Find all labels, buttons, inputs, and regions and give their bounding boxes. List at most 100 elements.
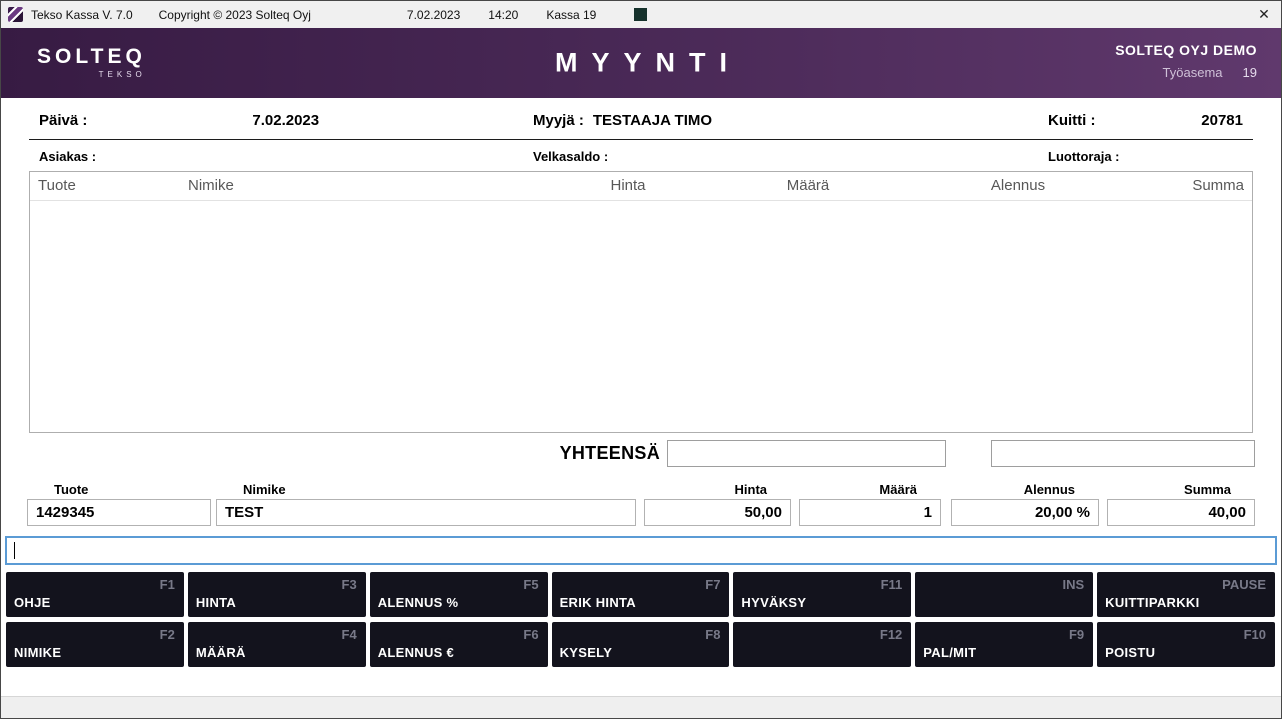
fkey-pal-mit[interactable]: F9 PAL/MIT bbox=[915, 622, 1093, 667]
titlebar: Tekso Kassa V. 7.0 Copyright © 2023 Solt… bbox=[1, 1, 1281, 28]
column-header-nimike: Nimike bbox=[188, 177, 558, 194]
fkey-f12[interactable]: F12 bbox=[733, 622, 911, 667]
header-right: SOLTEQ OYJ DEMO Työasema 19 bbox=[1115, 42, 1257, 80]
product-code-field[interactable]: 1429345 bbox=[27, 499, 211, 526]
column-header-summa: Summa bbox=[1118, 177, 1244, 194]
fkey-kuittiparkki[interactable]: PAUSE KUITTIPARKKI bbox=[1097, 572, 1275, 617]
status-footer bbox=[1, 696, 1281, 718]
workstation-info: Työasema 19 bbox=[1115, 65, 1257, 80]
command-input-wrap bbox=[5, 536, 1277, 565]
fkey-alennus-pct[interactable]: F5 ALENNUS % bbox=[370, 572, 548, 617]
workstation-label: Työasema bbox=[1163, 65, 1223, 80]
screen-title: MYYNTI bbox=[541, 48, 741, 79]
sum-field[interactable]: 40,00 bbox=[1107, 499, 1255, 526]
discount-column-label: Alennus bbox=[951, 482, 1099, 497]
credit-limit-label: Luottoraja : bbox=[1048, 149, 1281, 164]
copyright-text: Copyright © 2023 Solteq Oyj bbox=[159, 8, 311, 22]
fkey-key: F10 bbox=[1244, 627, 1266, 642]
fkey-label: MÄÄRÄ bbox=[196, 645, 246, 660]
receipt-label: Kuitti : bbox=[1048, 112, 1095, 129]
column-header-tuote: Tuote bbox=[38, 177, 188, 194]
app-icon bbox=[8, 7, 23, 22]
date-zone: Päivä : 7.02.2023 bbox=[39, 112, 533, 129]
entry-labels-row: Tuote Nimike Hinta Määrä Alennus Summa bbox=[1, 482, 1281, 497]
seller-value: TESTAAJA TIMO bbox=[593, 112, 712, 129]
total-secondary-field[interactable] bbox=[991, 440, 1255, 467]
customer-label: Asiakas : bbox=[39, 149, 533, 164]
fkey-key: INS bbox=[1062, 577, 1084, 592]
fkey-alennus-eur[interactable]: F6 ALENNUS € bbox=[370, 622, 548, 667]
seller-zone: Myyjä : TESTAAJA TIMO bbox=[533, 112, 1048, 129]
fkey-key: F4 bbox=[342, 627, 357, 642]
fkey-label: ERIK HINTA bbox=[560, 595, 636, 610]
receipt-info-row: Päivä : 7.02.2023 Myyjä : TESTAAJA TIMO … bbox=[1, 98, 1281, 139]
fkey-maara[interactable]: F4 MÄÄRÄ bbox=[188, 622, 366, 667]
fkey-label: ALENNUS % bbox=[378, 595, 459, 610]
function-key-panel: F1 OHJE F3 HINTA F5 ALENNUS % F7 ERIK HI… bbox=[6, 572, 1275, 667]
logo-tekso-text: TEKSO bbox=[99, 70, 146, 79]
fkey-hyvaksy[interactable]: F11 HYVÄKSY bbox=[733, 572, 911, 617]
app-title: Tekso Kassa V. 7.0 bbox=[31, 8, 133, 22]
fkey-key: F8 bbox=[705, 627, 720, 642]
sales-table-header: Tuote Nimike Hinta Määrä Alennus Summa bbox=[30, 172, 1252, 201]
total-label: YHTEENSÄ bbox=[560, 443, 660, 464]
date-label: Päivä : bbox=[39, 112, 87, 129]
fkey-key: F1 bbox=[160, 577, 175, 592]
header-band: SOLTEQ TEKSO MYYNTI SOLTEQ OYJ DEMO Työa… bbox=[1, 28, 1281, 98]
seller-label: Myyjä : bbox=[533, 112, 584, 129]
product-column-label: Tuote bbox=[27, 482, 211, 497]
item-name-field[interactable]: TEST bbox=[216, 499, 636, 526]
company-name: SOLTEQ OYJ DEMO bbox=[1115, 42, 1257, 58]
discount-field[interactable]: 20,00 % bbox=[951, 499, 1099, 526]
solteq-logo: SOLTEQ TEKSO bbox=[37, 45, 146, 79]
fkey-key: F11 bbox=[881, 577, 903, 592]
column-header-alennus: Alennus bbox=[918, 177, 1118, 194]
quantity-field[interactable]: 1 bbox=[799, 499, 941, 526]
debt-label: Velkasaldo : bbox=[533, 149, 1048, 164]
register-label: Kassa 19 bbox=[546, 8, 596, 22]
fkey-key: F7 bbox=[705, 577, 720, 592]
fkey-label: HYVÄKSY bbox=[741, 595, 806, 610]
fkey-label: HINTA bbox=[196, 595, 236, 610]
column-header-maara: Määrä bbox=[698, 177, 918, 194]
fkey-nimike[interactable]: F2 NIMIKE bbox=[6, 622, 184, 667]
total-row: YHTEENSÄ bbox=[1, 440, 1255, 467]
fkey-key: F9 bbox=[1069, 627, 1084, 642]
fkey-label: ALENNUS € bbox=[378, 645, 454, 660]
sum-column-label: Summa bbox=[1107, 482, 1255, 497]
fkey-ins[interactable]: INS bbox=[915, 572, 1093, 617]
sales-table-body bbox=[30, 201, 1252, 432]
total-amount-field[interactable] bbox=[667, 440, 946, 467]
fkey-label: PAL/MIT bbox=[923, 645, 976, 660]
fkey-label: NIMIKE bbox=[14, 645, 61, 660]
fkey-erik-hinta[interactable]: F7 ERIK HINTA bbox=[552, 572, 730, 617]
fkey-key: PAUSE bbox=[1222, 577, 1266, 592]
titlebar-date: 7.02.2023 bbox=[407, 8, 460, 22]
fkey-key: F5 bbox=[523, 577, 538, 592]
name-column-label: Nimike bbox=[216, 482, 636, 497]
fkey-key: F2 bbox=[160, 627, 175, 642]
receipt-zone: Kuitti : 20781 bbox=[1048, 112, 1281, 129]
command-input[interactable] bbox=[5, 536, 1277, 565]
fkey-poistu[interactable]: F10 POISTU bbox=[1097, 622, 1275, 667]
text-caret bbox=[14, 542, 15, 559]
customer-info-row: Asiakas : Velkasaldo : Luottoraja : bbox=[1, 140, 1281, 171]
entry-fields-row: 1429345 TEST 50,00 1 20,00 % 40,00 bbox=[1, 499, 1281, 526]
quantity-column-label: Määrä bbox=[799, 482, 941, 497]
titlebar-time: 14:20 bbox=[488, 8, 518, 22]
price-field[interactable]: 50,00 bbox=[644, 499, 791, 526]
sales-table: Tuote Nimike Hinta Määrä Alennus Summa bbox=[29, 171, 1253, 433]
app-window: Tekso Kassa V. 7.0 Copyright © 2023 Solt… bbox=[0, 0, 1282, 719]
fkey-key: F6 bbox=[523, 627, 538, 642]
logo-solteq-text: SOLTEQ bbox=[37, 45, 146, 68]
fkey-label: KYSELY bbox=[560, 645, 613, 660]
fkey-key: F3 bbox=[342, 577, 357, 592]
fkey-label: OHJE bbox=[14, 595, 51, 610]
fkey-label: KUITTIPARKKI bbox=[1105, 595, 1199, 610]
close-button[interactable]: ✕ bbox=[1247, 1, 1281, 28]
fkey-key: F12 bbox=[880, 627, 902, 642]
fkey-hinta[interactable]: F3 HINTA bbox=[188, 572, 366, 617]
workstation-number: 19 bbox=[1243, 65, 1257, 80]
fkey-ohje[interactable]: F1 OHJE bbox=[6, 572, 184, 617]
fkey-kysely[interactable]: F8 KYSELY bbox=[552, 622, 730, 667]
